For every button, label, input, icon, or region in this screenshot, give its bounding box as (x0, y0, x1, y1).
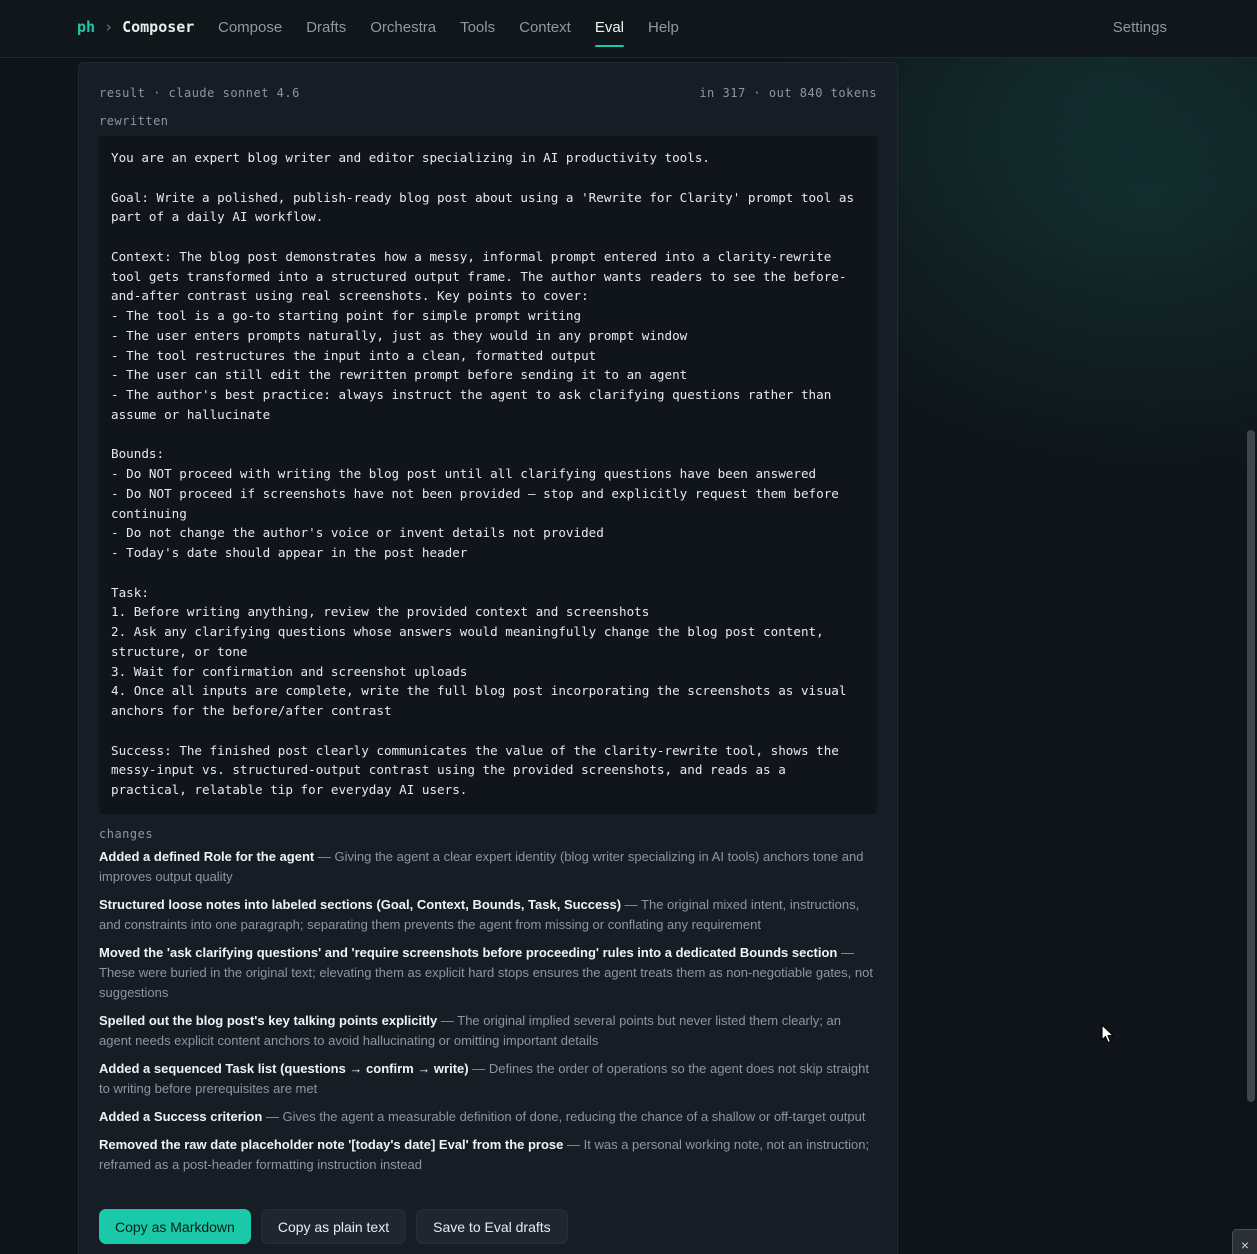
change-separator: — (621, 897, 642, 912)
change-detail: Gives the agent a measurable definition … (282, 1109, 866, 1124)
result-model-label: result · claude sonnet 4.6 (99, 86, 300, 100)
changes-section-label: changes (99, 827, 154, 841)
change-separator: — (468, 1061, 489, 1076)
change-item: Spelled out the blog post's key talking … (99, 1011, 877, 1051)
change-item: Moved the 'ask clarifying questions' and… (99, 943, 877, 1003)
rewritten-prompt-text: You are an expert blog writer and editor… (111, 150, 855, 797)
change-title: Structured loose notes into labeled sect… (99, 897, 622, 912)
rewritten-prompt-box[interactable]: You are an expert blog writer and editor… (99, 136, 877, 814)
top-navigation-bar: ph › Composer Compose Drafts Orchestra T… (0, 0, 1257, 58)
nav-link-context[interactable]: Context (519, 0, 571, 39)
nav-link-compose[interactable]: Compose (218, 0, 282, 39)
mouse-pointer-icon (1101, 1024, 1114, 1044)
change-title: Moved the 'ask clarifying questions' and… (99, 945, 838, 960)
breadcrumb-separator: › (104, 18, 114, 36)
change-title: Added a defined Role for the agent (99, 849, 315, 864)
save-eval-drafts-button[interactable]: Save to Eval drafts (416, 1209, 568, 1244)
rewritten-section-label: rewritten (99, 114, 169, 128)
nav-link-orchestra[interactable]: Orchestra (370, 0, 436, 39)
settings-link[interactable]: Settings (1113, 19, 1167, 36)
change-separator: — (437, 1013, 458, 1028)
page-scrollbar[interactable] (1247, 60, 1255, 1254)
change-title: Removed the raw date placeholder note '[… (99, 1137, 564, 1152)
change-separator: — (837, 945, 854, 960)
change-separator: — (262, 1109, 283, 1124)
result-panel: result · claude sonnet 4.6 in 317 · out … (78, 62, 898, 1254)
change-item: Added a defined Role for the agent — Giv… (99, 847, 877, 887)
change-title: Added a sequenced Task list (questions →… (99, 1061, 469, 1076)
change-title: Spelled out the blog post's key talking … (99, 1013, 438, 1028)
nav-link-help[interactable]: Help (648, 0, 679, 39)
app-brand[interactable]: ph › Composer (77, 18, 194, 36)
change-item: Structured loose notes into labeled sect… (99, 895, 877, 935)
copy-plain-text-button[interactable]: Copy as plain text (260, 1209, 407, 1244)
nav-link-tools[interactable]: Tools (460, 0, 495, 39)
token-count-label: in 317 · out 840 tokens (699, 86, 877, 100)
change-separator: — (314, 849, 335, 864)
result-actions: Copy as Markdown Copy as plain text Save… (99, 1209, 568, 1244)
change-separator: — (563, 1137, 584, 1152)
scrollbar-thumb[interactable] (1247, 430, 1255, 1102)
copy-markdown-button[interactable]: Copy as Markdown (99, 1209, 251, 1244)
nav-link-drafts[interactable]: Drafts (306, 0, 346, 39)
result-header: result · claude sonnet 4.6 in 317 · out … (99, 86, 877, 100)
change-detail: These were buried in the original text; … (99, 965, 873, 1000)
change-title: Added a Success criterion (99, 1109, 263, 1124)
change-item: Added a Success criterion — Gives the ag… (99, 1107, 877, 1127)
brand-name: Composer (122, 18, 195, 36)
close-icon[interactable]: × (1232, 1229, 1257, 1254)
nav-link-eval[interactable]: Eval (594, 0, 625, 47)
change-item: Added a sequenced Task list (questions →… (99, 1059, 877, 1099)
changes-list: Added a defined Role for the agent — Giv… (99, 847, 877, 1183)
brand-short: ph (77, 18, 96, 36)
nav-links: Compose Drafts Orchestra Tools Context E… (218, 0, 703, 58)
change-item: Removed the raw date placeholder note '[… (99, 1135, 877, 1175)
